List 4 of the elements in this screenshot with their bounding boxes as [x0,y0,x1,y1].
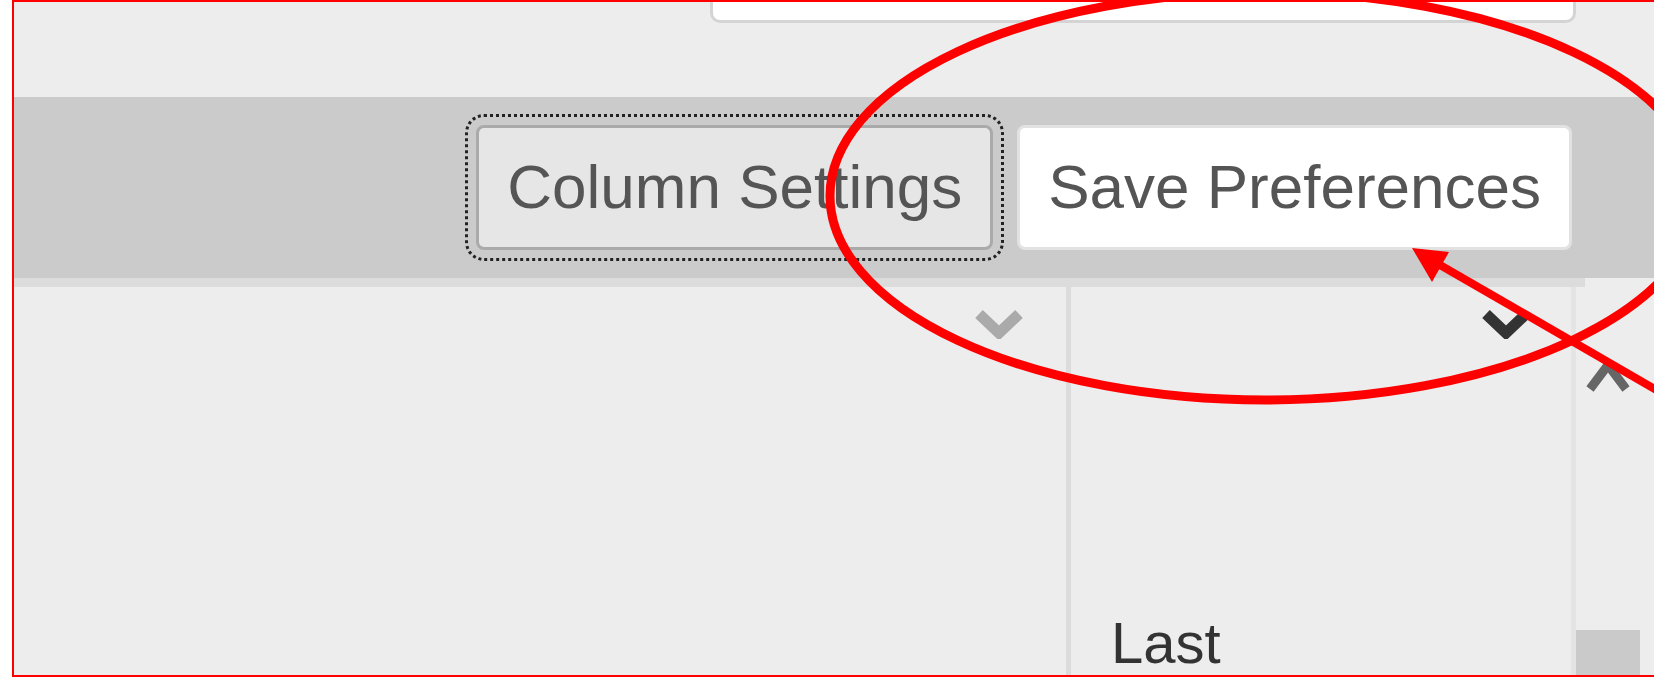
table-cell-text: Last [1110,611,1222,675]
save-preferences-button[interactable]: Save Preferences [1017,125,1572,250]
scrollbar-thumb[interactable] [1576,630,1640,675]
input-field[interactable] [710,2,1576,23]
